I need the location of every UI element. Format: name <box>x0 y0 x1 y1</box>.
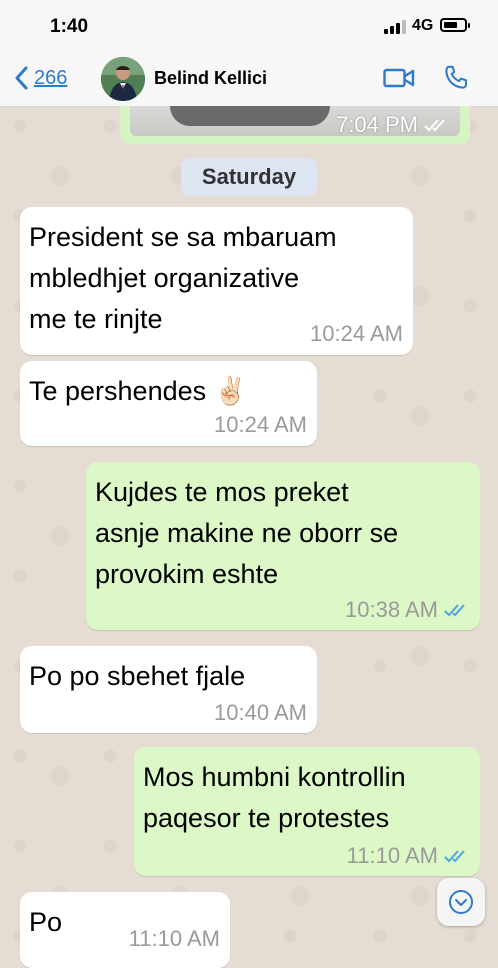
phone-call-icon[interactable] <box>443 64 470 91</box>
scroll-to-bottom-button[interactable] <box>437 878 485 926</box>
video-call-icon[interactable] <box>383 66 415 90</box>
person-icon <box>101 57 145 101</box>
signal-icon <box>384 20 406 34</box>
incoming-message[interactable]: Po po sbehet fjale 10:40 AM <box>20 646 317 733</box>
message-meta: 10:38 AM <box>345 597 470 623</box>
chat-header: 266 Belind Kellici <box>0 52 498 107</box>
back-button[interactable]: 266 <box>14 66 67 90</box>
message-text: Po <box>29 907 63 937</box>
network-type: 4G <box>412 17 434 34</box>
message-time: 10:40 AM <box>214 700 307 725</box>
message-time: 10:24 AM <box>214 412 307 437</box>
battery-icon <box>440 18 470 32</box>
outgoing-message[interactable]: Kujdes te mos preket asnje makine ne obo… <box>86 462 480 630</box>
message-text: Po po sbehet fjale <box>29 661 246 691</box>
message-time: 11:10 AM <box>128 926 220 951</box>
status-time: 1:40 <box>50 16 89 37</box>
message-text: Te pershendes ✌🏻 <box>29 376 248 406</box>
chevron-left-icon <box>15 66 28 90</box>
message-text: President se sa mbaruam mbledhjet organi… <box>29 222 337 334</box>
message-time: 7:04 PM <box>336 112 418 137</box>
double-check-icon <box>424 119 445 132</box>
contact-name[interactable]: Belind Kellici <box>154 68 267 89</box>
message-time: 10:24 AM <box>310 321 403 346</box>
incoming-message[interactable]: President se sa mbaruam mbledhjet organi… <box>20 207 413 355</box>
message-time: 10:38 AM <box>345 597 438 622</box>
outgoing-message[interactable]: Mos humbni kontrollin paqesor te protest… <box>134 747 480 876</box>
image-message[interactable]: 7:04 PM <box>120 106 470 144</box>
message-text: Mos humbni kontrollin paqesor te protest… <box>143 762 406 833</box>
message-meta: 7:04 PM <box>336 112 450 138</box>
message-time: 11:10 AM <box>346 843 438 868</box>
message-text: Kujdes te mos preket asnje makine ne obo… <box>95 477 399 589</box>
double-check-icon <box>444 850 465 863</box>
status-bar: 1:40 4G <box>0 0 498 52</box>
chevron-down-circle-icon <box>449 890 473 914</box>
incoming-message[interactable]: Po 11:10 AM <box>20 892 230 968</box>
unread-count: 266 <box>34 66 68 89</box>
message-meta: 11:10 AM <box>347 843 470 869</box>
double-check-icon <box>444 604 465 617</box>
avatar[interactable] <box>101 57 145 101</box>
date-separator: Saturday <box>181 158 317 196</box>
incoming-message[interactable]: Te pershendes ✌🏻 10:24 AM <box>20 361 317 446</box>
